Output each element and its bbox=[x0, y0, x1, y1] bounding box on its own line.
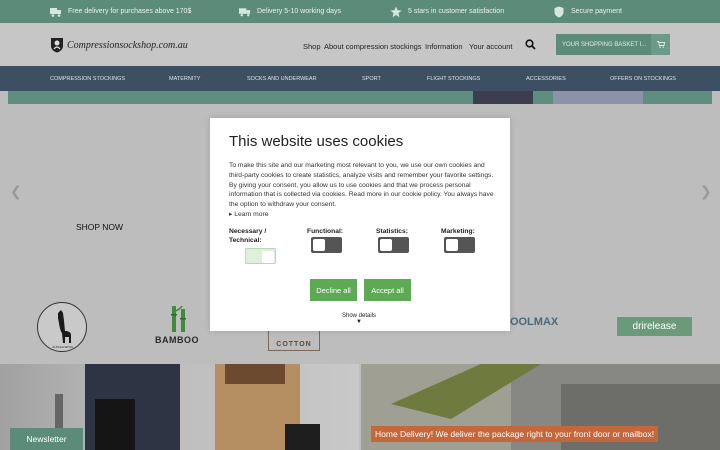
carousel-prev-icon[interactable]: ❮ bbox=[10, 183, 22, 200]
cookie-dialog-body: To make this site and our marketing most… bbox=[229, 162, 494, 209]
show-details-link[interactable]: Show details ▼ bbox=[342, 313, 376, 325]
toggle-knob bbox=[313, 239, 325, 251]
menu-sport[interactable]: SPORT bbox=[362, 76, 381, 82]
logo-crest-icon bbox=[51, 38, 63, 53]
star-icon bbox=[390, 6, 402, 18]
menu-flight-stockings[interactable]: FLIGHT STOCKINGS bbox=[427, 76, 480, 82]
category-functional-label: Functional: bbox=[307, 228, 344, 235]
learn-more-link[interactable]: ▸ Learn more bbox=[229, 210, 268, 218]
main-menu: COMPRESSION STOCKINGS MATERNITY SOCKS AN… bbox=[0, 66, 720, 91]
arrow-down-icon: ▼ bbox=[356, 319, 362, 325]
usp-delivery-time: Delivery 5-10 working days bbox=[239, 0, 341, 23]
cotton-logo[interactable]: COTTON bbox=[268, 329, 320, 351]
site-logo[interactable]: Compressionsockshop.com.au bbox=[50, 37, 188, 53]
learn-more-label: Learn more bbox=[234, 211, 269, 218]
menu-accessories[interactable]: ACCESSORIES bbox=[526, 76, 566, 82]
nav-shop[interactable]: Shop bbox=[303, 42, 321, 51]
menu-offers[interactable]: OFFERS ON STOCKINGS bbox=[610, 76, 676, 82]
truck-tick-icon bbox=[50, 6, 62, 18]
category-statistics-label: Statistics: bbox=[376, 228, 408, 235]
home-delivery-banner: Home Delivery! We deliver the package ri… bbox=[371, 426, 659, 442]
hero-banner[interactable] bbox=[8, 91, 712, 104]
cotton-logo-text: COTTON bbox=[276, 341, 312, 348]
truck-icon bbox=[239, 6, 251, 18]
toggle-statistics[interactable] bbox=[378, 237, 409, 253]
cookie-dialog-title: This website uses cookies bbox=[229, 133, 404, 150]
hero-figure-light bbox=[553, 91, 643, 104]
cart-icon bbox=[651, 34, 670, 55]
usp-satisfaction-label: 5 stars in customer satisfaction bbox=[408, 8, 505, 15]
nav-information[interactable]: Information bbox=[425, 42, 463, 51]
site-header: Compressionsockshop.com.au Shop About co… bbox=[0, 23, 720, 66]
menu-socks-underwear[interactable]: SOCKS AND UNDERWEAR bbox=[247, 76, 317, 82]
alpaca-icon: ALPACA WOOL bbox=[52, 310, 74, 349]
usp-secure-payment-label: Secure payment bbox=[571, 8, 622, 15]
bamboo-logo[interactable]: BAMBOO bbox=[155, 335, 199, 345]
hero-figure-dark bbox=[473, 91, 533, 104]
carousel-next-icon[interactable]: ❯ bbox=[700, 183, 712, 200]
alpaca-logo-text: ALPACA WOOL bbox=[52, 345, 74, 349]
basket-label: YOUR SHOPPING BASKET I... bbox=[562, 41, 647, 48]
coolmax-logo[interactable]: COOLMAX bbox=[502, 316, 558, 328]
shield-icon bbox=[553, 6, 565, 18]
usp-bar: Free delivery for purchases above 170$ D… bbox=[0, 0, 720, 23]
category-necessary-label: Necessary / Technical: bbox=[229, 228, 267, 244]
toggle-necessary[interactable] bbox=[245, 248, 276, 264]
toggle-marketing[interactable] bbox=[444, 237, 475, 253]
shop-now-link[interactable]: SHOP NOW bbox=[76, 222, 123, 232]
cookie-dialog: This website uses cookies To make this s… bbox=[210, 118, 510, 331]
toggle-functional[interactable] bbox=[311, 237, 342, 253]
alpaca-wool-logo[interactable]: ALPACA WOOL bbox=[37, 302, 87, 352]
usp-free-delivery: Free delivery for purchases above 170$ bbox=[50, 0, 191, 23]
category-marketing-label: Marketing: bbox=[441, 228, 475, 235]
usp-secure-payment: Secure payment bbox=[553, 0, 622, 23]
search-icon[interactable] bbox=[525, 39, 536, 52]
nav-account[interactable]: Your account bbox=[469, 42, 513, 51]
bamboo-icon bbox=[168, 305, 190, 334]
newsletter-button[interactable]: Newsletter bbox=[10, 428, 83, 450]
shopping-basket-button[interactable]: YOUR SHOPPING BASKET I... bbox=[556, 34, 670, 55]
menu-maternity[interactable]: MATERNITY bbox=[169, 76, 200, 82]
usp-delivery-time-label: Delivery 5-10 working days bbox=[257, 8, 342, 15]
usp-satisfaction: 5 stars in customer satisfaction bbox=[390, 0, 504, 23]
toggle-knob bbox=[446, 239, 458, 251]
decline-all-button[interactable]: Decline all bbox=[310, 279, 357, 301]
logo-text: Compressionsockshop.com.au bbox=[67, 39, 188, 51]
toggle-knob bbox=[262, 251, 274, 263]
menu-compression-stockings[interactable]: COMPRESSION STOCKINGS bbox=[50, 76, 125, 82]
drirelease-logo[interactable]: drirelease bbox=[617, 317, 692, 336]
toggle-knob bbox=[380, 239, 392, 251]
usp-free-delivery-label: Free delivery for purchases above 170$ bbox=[68, 8, 192, 15]
nav-about[interactable]: About compression stockings bbox=[324, 42, 422, 51]
accept-all-button[interactable]: Accept all bbox=[364, 279, 411, 301]
